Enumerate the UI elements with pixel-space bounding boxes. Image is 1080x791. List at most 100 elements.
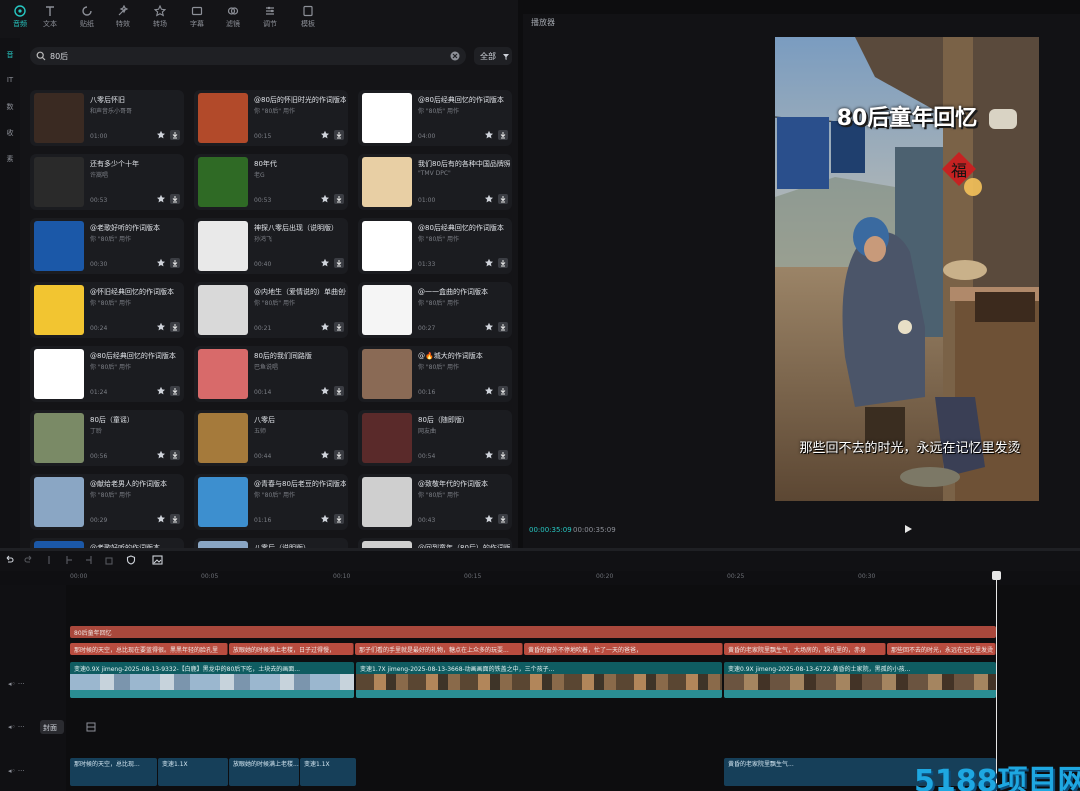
music-card[interactable]: @内地生（爱情说的）单曲创作的版本你 "80后" 用作 00:21	[194, 282, 348, 338]
caption-clip[interactable]: 那些回不去的时光，永远在记忆里发烫	[887, 643, 996, 655]
favorite-icon[interactable]	[156, 386, 166, 396]
favorite-icon[interactable]	[320, 386, 330, 396]
download-icon[interactable]	[498, 450, 508, 460]
music-card[interactable]: 八零后怀旧 和声音乐小哥哥 01:00	[30, 90, 184, 146]
music-card[interactable]: 80后（童谣） 丁聆 00:56	[30, 410, 184, 466]
favorite-icon[interactable]	[156, 514, 166, 524]
download-icon[interactable]	[498, 258, 508, 268]
music-card[interactable]: 八零后 五师 00:44	[194, 410, 348, 466]
download-icon[interactable]	[334, 322, 344, 332]
tool-text[interactable]: 文本	[30, 5, 70, 29]
music-card[interactable]: 还有多少个十年 许嵩唱 00:53	[30, 154, 184, 210]
music-card[interactable]: 我们80后有的各种中国品牌照片 "TMV DPC" 01:00	[358, 154, 512, 210]
music-card[interactable]: 神探八零后出现（说明版） 孙鸿飞 00:40	[194, 218, 348, 274]
music-card[interactable]: @80后的怀旧时光的作词版本你 "80后" 用作 00:15	[194, 90, 348, 146]
favorite-icon[interactable]	[484, 194, 494, 204]
favorite-icon[interactable]	[484, 450, 494, 460]
favorite-icon[interactable]	[320, 322, 330, 332]
download-icon[interactable]	[334, 258, 344, 268]
nav-tab-1[interactable]: 音	[0, 50, 20, 60]
music-card[interactable]: @回到童年（80后）的作词版本	[358, 538, 512, 548]
title-text-clip[interactable]: 80后童年回忆	[70, 626, 996, 638]
music-card[interactable]: 80后（随即版） 网友曲 00:54	[358, 410, 512, 466]
audio-clip[interactable]: 放眼她的时候满上老楼...	[229, 758, 299, 786]
shield-icon[interactable]	[126, 555, 136, 565]
music-card[interactable]: 80后的我们同路版 巴鱼说唱 00:14	[194, 346, 348, 402]
favorite-icon[interactable]	[320, 514, 330, 524]
favorite-icon[interactable]	[156, 194, 166, 204]
playhead-handle[interactable]	[992, 571, 1001, 580]
favorite-icon[interactable]	[156, 130, 166, 140]
favorite-icon[interactable]	[320, 450, 330, 460]
download-icon[interactable]	[334, 194, 344, 204]
tool-transition[interactable]: 转场	[140, 5, 180, 29]
caption-clip[interactable]: 黄昏的老家院里飘生气，大场房的，锅孔里的，赤身	[724, 643, 886, 655]
favorite-icon[interactable]	[156, 450, 166, 460]
video-clip[interactable]: 变速0.9X jimeng-2025-08-13-6722-黄昏的土家院，黑孤的…	[724, 662, 996, 698]
cover-button[interactable]: 封面	[40, 720, 64, 734]
favorite-icon[interactable]	[484, 322, 494, 332]
music-card[interactable]: @80后经典回忆的作词版本你 "80后" 用作 01:33	[358, 218, 512, 274]
audio-clip[interactable]: 那时候的天空，总比现...	[70, 758, 157, 786]
video-clip[interactable]: 变速1.7X jimeng-2025-08-13-3668-动画画面的铁盖之中，…	[356, 662, 722, 698]
nav-tab-3[interactable]: 数	[0, 102, 20, 112]
download-icon[interactable]	[170, 450, 180, 460]
download-icon[interactable]	[334, 130, 344, 140]
favorite-icon[interactable]	[484, 130, 494, 140]
download-icon[interactable]	[170, 258, 180, 268]
undo-icon[interactable]	[4, 555, 14, 565]
download-icon[interactable]	[170, 194, 180, 204]
favorite-icon[interactable]	[484, 514, 494, 524]
favorite-icon[interactable]	[484, 386, 494, 396]
split-icon[interactable]	[44, 555, 54, 565]
video-clip[interactable]: 变速0.9X jimeng-2025-08-13-9332-【白鹿】黑龙中的80…	[70, 662, 354, 698]
music-card[interactable]: 80年代 老G 00:53	[194, 154, 348, 210]
split-right-icon[interactable]	[84, 555, 94, 565]
tool-sticker[interactable]: 贴纸	[67, 5, 107, 29]
image-icon[interactable]	[152, 555, 163, 565]
nav-tab-2[interactable]: IT	[0, 76, 20, 84]
download-icon[interactable]	[498, 194, 508, 204]
download-icon[interactable]	[334, 386, 344, 396]
redo-icon[interactable]	[24, 555, 34, 565]
music-card[interactable]: @老歌好听的作词版本你 "80后" 用作 00:30	[30, 218, 184, 274]
search-input[interactable]: 80后	[30, 47, 466, 65]
caption-clip[interactable]: 那子们看的手里就是最好的礼物，糖点在上众多的玩耍...	[355, 643, 523, 655]
tool-template[interactable]: 模板	[288, 5, 328, 29]
main-track-controls[interactable]: ◂◦ ···	[8, 680, 74, 688]
filter-dropdown[interactable]: 全部	[474, 47, 512, 65]
music-card[interactable]: 八零后（说明版）	[194, 538, 348, 548]
favorite-icon[interactable]	[320, 130, 330, 140]
nav-tab-4[interactable]: 收	[0, 128, 20, 138]
delete-icon[interactable]	[104, 555, 114, 565]
music-card[interactable]: @青春与80后老豆的作词版本你 "80后" 用作 01:16	[194, 474, 348, 530]
timeline-ruler[interactable]: 00:00 00:05 00:10 00:15 00:20 00:25 00:3…	[0, 571, 1080, 585]
download-icon[interactable]	[170, 130, 180, 140]
favorite-icon[interactable]	[320, 258, 330, 268]
favorite-icon[interactable]	[320, 194, 330, 204]
download-icon[interactable]	[498, 322, 508, 332]
download-icon[interactable]	[498, 386, 508, 396]
caption-clip[interactable]: 黄昏的窗外不停地吹着，忙了一天的爸爸，	[524, 643, 723, 655]
split-left-icon[interactable]	[64, 555, 74, 565]
music-card[interactable]: @献给老男人的作词版本你 "80后" 用作 00:29	[30, 474, 184, 530]
tool-effects[interactable]: 特效	[103, 5, 143, 29]
caption-clip[interactable]: 那时候的天空，总比现在要蓝得很。黑黑年轻的脸孔里	[70, 643, 228, 655]
tool-filter[interactable]: 滤镜	[213, 5, 253, 29]
favorite-icon[interactable]	[156, 322, 166, 332]
music-card[interactable]: @一一盒曲的作词版本你 "80后" 用作 00:27	[358, 282, 512, 338]
download-icon[interactable]	[334, 514, 344, 524]
video-frame[interactable]: 福 80后童年回忆 那些回不去的时光，永远在记忆里发烫	[775, 37, 1039, 501]
music-card[interactable]: @80后经典回忆的作词版本你 "80后" 用作 04:00	[358, 90, 512, 146]
download-icon[interactable]	[170, 514, 180, 524]
tool-adjust[interactable]: 调节	[250, 5, 290, 29]
download-icon[interactable]	[498, 514, 508, 524]
clear-icon[interactable]	[450, 51, 460, 61]
nav-tab-5[interactable]: 素	[0, 154, 20, 164]
audio-clip[interactable]: 变速1.1X	[158, 758, 228, 786]
download-icon[interactable]	[334, 450, 344, 460]
music-card[interactable]: @80后经典回忆的作词版本你 "80后" 用作 01:24	[30, 346, 184, 402]
audio-clip[interactable]: 变速1.1X	[300, 758, 356, 786]
caption-clip[interactable]: 放眼她的时候满上老楼，日子过得慢，	[229, 643, 354, 655]
download-icon[interactable]	[498, 130, 508, 140]
